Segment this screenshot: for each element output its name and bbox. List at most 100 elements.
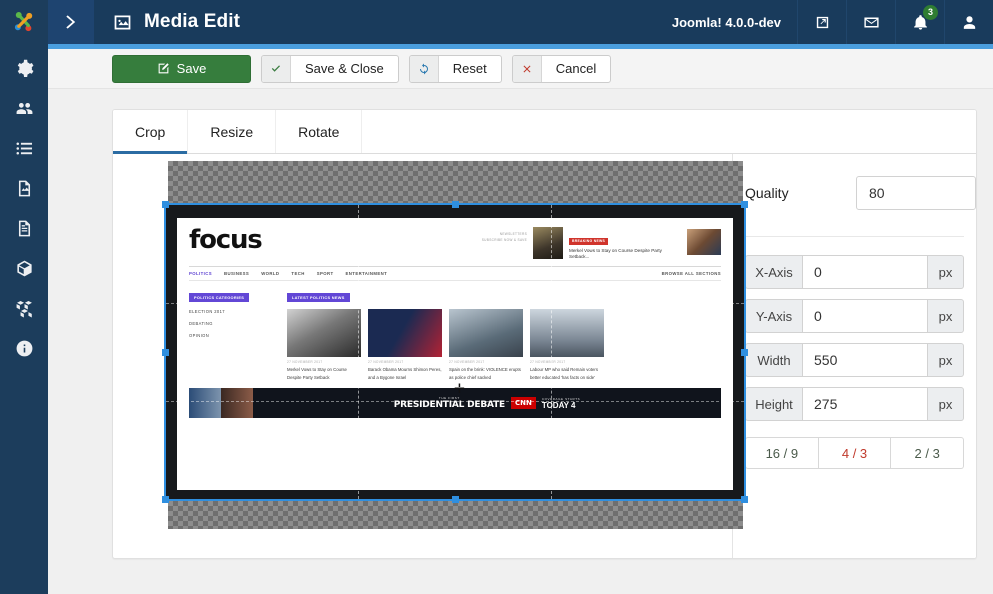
- sidebar-item-help[interactable]: [0, 328, 48, 368]
- preview-site-logo: focus: [189, 227, 262, 253]
- crop-guide-horizontal: [166, 401, 744, 402]
- preview-image: focus NEWSLETTERS SUBSCRIBE NOW & SAVE: [166, 205, 744, 499]
- preview-categories-column: POLITICS CATEGORIES ELECTION 2017 DEBATI…: [189, 287, 277, 381]
- crop-handle-e[interactable]: [741, 349, 748, 356]
- y-axis-input[interactable]: 0: [802, 299, 928, 333]
- sidebar-item-content[interactable]: [0, 168, 48, 208]
- ratio-16-9-button[interactable]: 16 / 9: [745, 437, 819, 469]
- breaking-news-block: BREAKING NEWS Merkel Vows to Stay on Cou…: [569, 227, 681, 261]
- nav-sport: SPORT: [317, 271, 334, 276]
- ratio-4-3-button[interactable]: 4 / 3: [819, 437, 892, 469]
- image-icon: [112, 12, 133, 33]
- tab-crop[interactable]: Crop: [113, 110, 188, 153]
- width-label: Width: [745, 343, 802, 377]
- article-card: 27 NOVEMBER 2017 Merkel Vows to Stay on …: [287, 309, 361, 381]
- ratio-16-9-label: 16 / 9: [766, 446, 799, 461]
- height-unit: px: [928, 387, 964, 421]
- article-card: 27 NOVEMBER 2017 Labour MP who said Rema…: [530, 309, 604, 381]
- app-root: Media Edit Joomla! 4.0.0-dev 3 Save: [0, 0, 993, 594]
- width-field: Width 550 px: [745, 343, 964, 377]
- ad-time: TODAY 4: [542, 401, 580, 410]
- save-close-button[interactable]: Save & Close: [261, 55, 399, 83]
- crop-handle-w[interactable]: [162, 349, 169, 356]
- sidebar-item-system[interactable]: [0, 48, 48, 88]
- ratio-2-3-label: 2 / 3: [915, 446, 940, 461]
- sidebar-item-components[interactable]: [0, 208, 48, 248]
- width-input[interactable]: 550: [802, 343, 928, 377]
- newsletter-line2: SUBSCRIBE NOW & SAVE: [482, 237, 527, 243]
- page-title-group: Media Edit: [94, 0, 656, 44]
- x-axis-label: X-Axis: [745, 255, 802, 289]
- article-card: 27 NOVEMBER 2017 Spain on the brink: VIO…: [449, 309, 523, 381]
- sidebar-item-users[interactable]: [0, 88, 48, 128]
- notifications-button[interactable]: 3: [895, 0, 944, 44]
- crop-handle-se[interactable]: [741, 496, 748, 503]
- article-thumb: [449, 309, 523, 357]
- ad-text-group: THE FIRST PRESIDENTIAL DEBATE CNN COVERA…: [253, 396, 721, 410]
- messages-button[interactable]: [846, 0, 895, 44]
- action-toolbar: Save Save & Close Reset Cancel: [48, 49, 993, 89]
- x-axis-field: X-Axis 0 px: [745, 255, 964, 289]
- aspect-ratio-group: 16 / 9 4 / 3 2 / 3: [745, 437, 964, 469]
- tab-crop-label: Crop: [135, 124, 165, 140]
- main-column: Media Edit Joomla! 4.0.0-dev 3 Save: [48, 0, 993, 594]
- quality-value: 80: [869, 185, 885, 201]
- latest-news-tag: LATEST POLITICS NEWS: [287, 293, 350, 302]
- crop-guide-horizontal: [166, 303, 744, 304]
- top-header-bar: Media Edit Joomla! 4.0.0-dev 3: [48, 0, 993, 44]
- article-date: 27 NOVEMBER 2017: [287, 360, 361, 364]
- preview-site-content: focus NEWSLETTERS SUBSCRIBE NOW & SAVE: [177, 218, 733, 490]
- article-date: 27 NOVEMBER 2017: [368, 360, 442, 364]
- preview-header-right: NEWSLETTERS SUBSCRIBE NOW & SAVE BREAKIN…: [482, 227, 721, 261]
- magazine-cover-thumb: [533, 227, 563, 259]
- tab-resize-label: Resize: [210, 124, 253, 140]
- crop-handle-n[interactable]: [452, 201, 459, 208]
- user-account-icon: [961, 14, 978, 31]
- height-label: Height: [745, 387, 802, 421]
- refresh-icon: [410, 56, 439, 82]
- editor-card: Crop Resize Rotate: [112, 109, 977, 559]
- page-content: Crop Resize Rotate: [48, 89, 993, 594]
- crop-selection-box[interactable]: focus NEWSLETTERS SUBSCRIBE NOW & SAVE: [166, 205, 744, 499]
- quality-label: Quality: [745, 185, 789, 201]
- y-axis-label: Y-Axis: [745, 299, 802, 333]
- article-date: 27 NOVEMBER 2017: [449, 360, 523, 364]
- ratio-2-3-button[interactable]: 2 / 3: [891, 437, 964, 469]
- sidebar-item-extensions[interactable]: [0, 288, 48, 328]
- article-card: 27 NOVEMBER 2017 Barack Obama Mourns Shi…: [368, 309, 442, 381]
- sidebar-item-modules[interactable]: [0, 248, 48, 288]
- crop-stage[interactable]: focus NEWSLETTERS SUBSCRIBE NOW & SAVE: [113, 154, 733, 558]
- width-unit: px: [928, 343, 964, 377]
- crop-handle-nw[interactable]: [162, 201, 169, 208]
- crop-handle-s[interactable]: [452, 496, 459, 503]
- joomla-logo-icon[interactable]: [0, 0, 48, 44]
- article-thumb: [368, 309, 442, 357]
- sidebar-rail: [0, 0, 48, 594]
- quality-input[interactable]: 80: [856, 176, 976, 210]
- sidebar-item-menus[interactable]: [0, 128, 48, 168]
- width-value: 550: [814, 352, 837, 368]
- ratio-4-3-label: 4 / 3: [842, 446, 867, 461]
- preview-site-icon: [814, 14, 831, 31]
- nav-tech: TECH: [291, 271, 304, 276]
- cancel-label: Cancel: [542, 61, 610, 76]
- user-account-button[interactable]: [944, 0, 993, 44]
- reset-button[interactable]: Reset: [409, 55, 502, 83]
- preview-site-button[interactable]: [797, 0, 846, 44]
- crop-handle-ne[interactable]: [741, 201, 748, 208]
- x-axis-input[interactable]: 0: [802, 255, 928, 289]
- breaking-news-badge: BREAKING NEWS: [569, 238, 608, 245]
- cancel-button[interactable]: Cancel: [512, 55, 611, 83]
- tab-rotate[interactable]: Rotate: [276, 110, 362, 153]
- crop-handle-sw[interactable]: [162, 496, 169, 503]
- height-input[interactable]: 275: [802, 387, 928, 421]
- sidebar-toggle-button[interactable]: [48, 0, 94, 44]
- nav-politics: POLITICS: [189, 271, 212, 276]
- tab-resize[interactable]: Resize: [188, 110, 276, 153]
- article-title: Labour MP who said Remain voters better …: [530, 366, 604, 381]
- crosshair-cursor: ✛: [454, 382, 465, 395]
- category-item: OPINION: [189, 326, 277, 338]
- save-button[interactable]: Save: [112, 55, 251, 83]
- x-axis-value: 0: [814, 264, 822, 280]
- nav-entertainment: ENTERTAINMENT: [346, 271, 388, 276]
